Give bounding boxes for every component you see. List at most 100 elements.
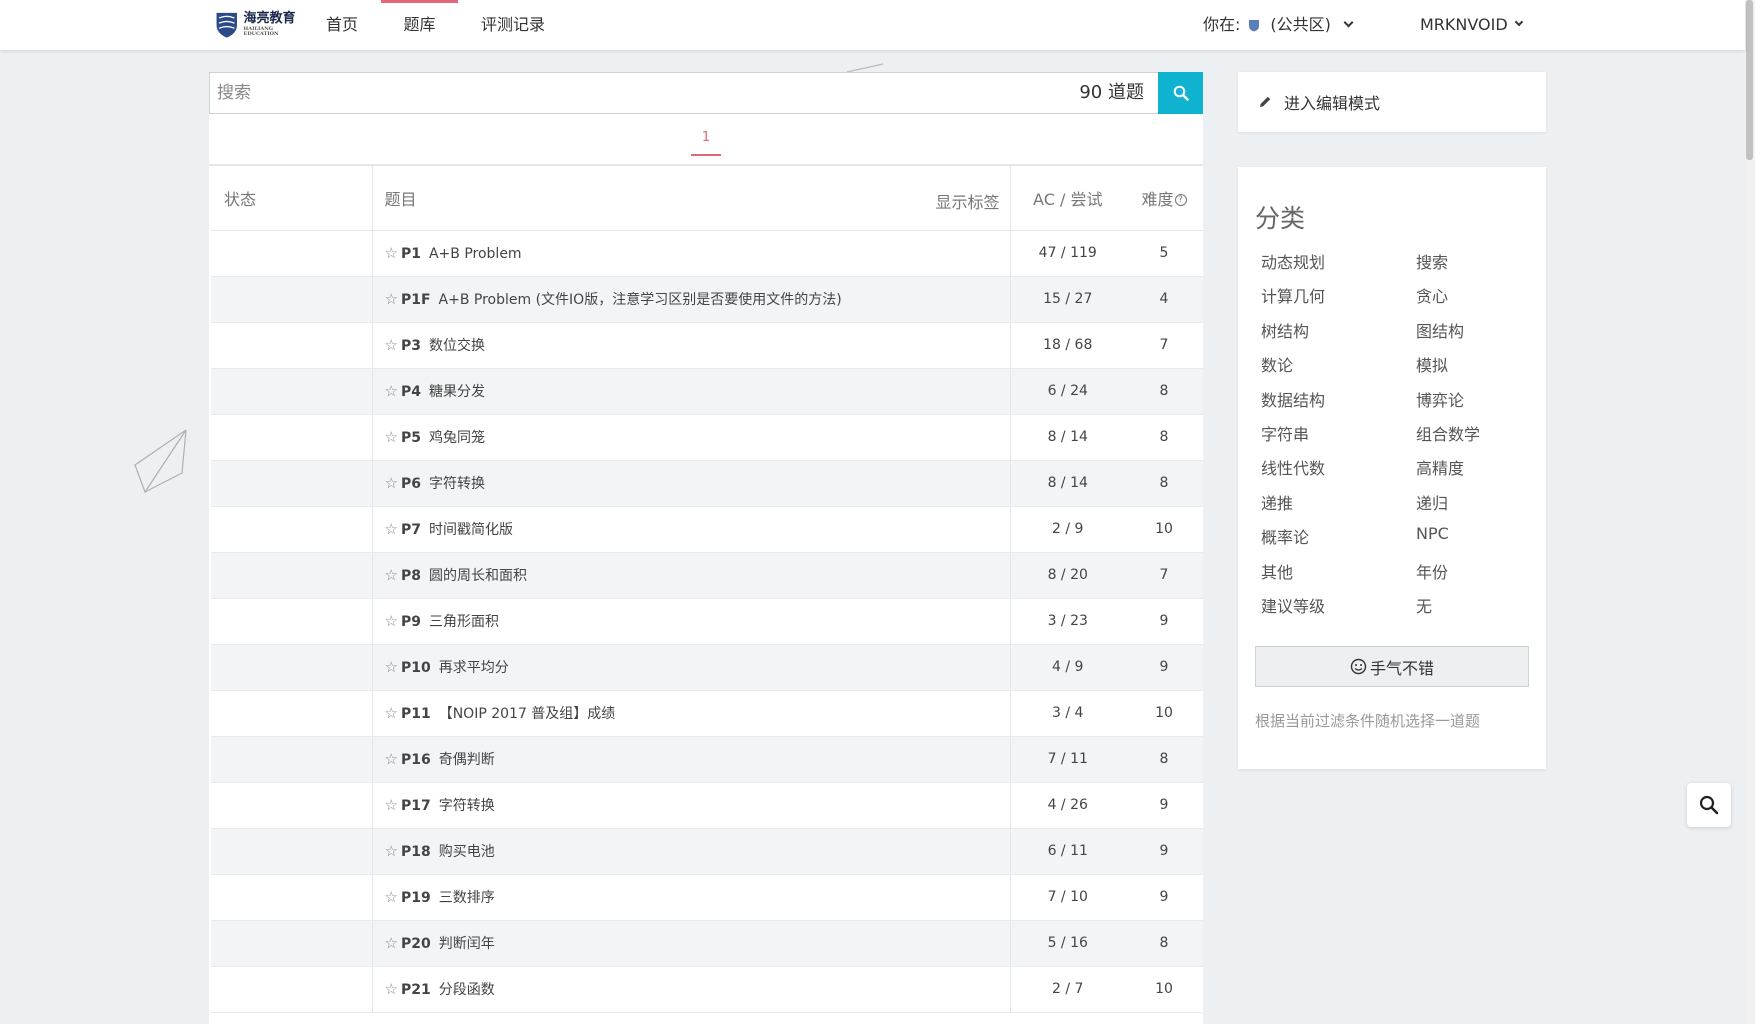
problem-title-link[interactable]: 字符转换	[429, 476, 485, 492]
problem-title-link[interactable]: 分段函数	[439, 982, 495, 998]
category-link[interactable]: 高精度	[1416, 455, 1464, 479]
star-icon[interactable]: ☆	[385, 750, 398, 768]
table-row[interactable]: ☆ P4 糖果分发 6 / 24 8	[211, 368, 1203, 415]
problem-title-link[interactable]: 购买电池	[439, 844, 495, 860]
problem-title-link[interactable]: A+B Problem	[429, 246, 522, 262]
star-icon[interactable]: ☆	[385, 520, 398, 538]
star-icon[interactable]: ☆	[385, 796, 398, 814]
table-row[interactable]: ☆ P16 奇偶判断 7 / 11 8	[211, 736, 1203, 783]
category-link[interactable]: 组合数学	[1416, 421, 1480, 445]
table-row[interactable]: ☆ P1 A+B Problem 47 / 119 5	[211, 230, 1203, 277]
table-row[interactable]: ☆ P18 购买电池 6 / 11 9	[211, 828, 1203, 875]
problem-id[interactable]: P4	[401, 384, 421, 400]
category-link[interactable]: 图结构	[1416, 318, 1464, 342]
problem-id[interactable]: P21	[401, 982, 431, 998]
table-row[interactable]: ☆ P7 时间戳简化版 2 / 9 10	[211, 506, 1203, 553]
problem-id[interactable]: P17	[401, 798, 431, 814]
category-link[interactable]: 贪心	[1416, 283, 1448, 307]
star-icon[interactable]: ☆	[385, 428, 398, 446]
table-row[interactable]: ☆ P6 字符转换 8 / 14 8	[211, 460, 1203, 507]
category-link[interactable]: 树结构	[1261, 318, 1309, 342]
star-icon[interactable]: ☆	[385, 382, 398, 400]
problem-title-link[interactable]: 奇偶判断	[439, 752, 495, 768]
category-link[interactable]: 递归	[1416, 490, 1448, 514]
table-row[interactable]: ☆ P21 分段函数 2 / 7 10	[211, 966, 1203, 1013]
problem-id[interactable]: P6	[401, 476, 421, 492]
category-link[interactable]: 模拟	[1416, 352, 1448, 376]
problem-id[interactable]: P16	[401, 752, 431, 768]
star-icon[interactable]: ☆	[385, 980, 398, 998]
star-icon[interactable]: ☆	[385, 566, 398, 584]
problem-id[interactable]: P20	[401, 936, 431, 952]
problem-title-link[interactable]: 三角形面积	[429, 614, 499, 630]
problem-id[interactable]: P8	[401, 568, 421, 584]
table-row[interactable]: ☆ P20 判断闰年 5 / 16 8	[211, 920, 1203, 967]
nav-records[interactable]: 评测记录	[481, 0, 545, 50]
floating-search-button[interactable]	[1687, 783, 1731, 827]
site-logo[interactable]: 海亮教育 HAILIANG EDUCATION	[214, 6, 300, 42]
category-link[interactable]: 递推	[1261, 490, 1293, 514]
category-link[interactable]: 年份	[1416, 559, 1448, 583]
problem-title-link[interactable]: 数位交换	[429, 338, 485, 354]
problem-id[interactable]: P19	[401, 890, 431, 906]
category-link[interactable]: 无	[1416, 593, 1432, 617]
category-link[interactable]: 概率论	[1261, 524, 1309, 548]
star-icon[interactable]: ☆	[385, 474, 398, 492]
star-icon[interactable]: ☆	[385, 704, 398, 722]
table-row[interactable]: ☆ P5 鸡兔同笼 8 / 14 8	[211, 414, 1203, 461]
table-row[interactable]: ☆ P11 【NOIP 2017 普及组】成绩 3 / 4 10	[211, 690, 1203, 737]
category-link[interactable]: 字符串	[1261, 421, 1309, 445]
page-1-link[interactable]: 1	[691, 130, 721, 156]
problem-id[interactable]: P11	[401, 706, 431, 722]
search-button[interactable]	[1158, 72, 1203, 114]
category-link[interactable]: 数据结构	[1261, 387, 1325, 411]
show-tags-toggle[interactable]: 显示标签	[935, 189, 999, 213]
star-icon[interactable]: ☆	[385, 244, 398, 262]
problem-title-link[interactable]: 糖果分发	[429, 384, 485, 400]
problem-title-link[interactable]: 判断闰年	[439, 936, 495, 952]
category-link[interactable]: 博弈论	[1416, 387, 1464, 411]
problem-title-link[interactable]: 三数排序	[439, 890, 495, 906]
help-icon[interactable]: ?	[1174, 193, 1187, 206]
table-row[interactable]: ☆ P10 再求平均分 4 / 99	[211, 644, 1203, 691]
table-row[interactable]: ☆ P17 字符转换 4 / 26 9	[211, 782, 1203, 829]
search-input[interactable]	[210, 73, 1158, 113]
category-link[interactable]: 其他	[1261, 559, 1293, 583]
domain-selector[interactable]: 你在: (公共区)	[1203, 0, 1354, 50]
nav-home[interactable]: 首页	[326, 0, 358, 50]
table-row[interactable]: ☆ P1F A+B Problem (文件IO版，注意学习区别是否要使用文件的方法)…	[211, 276, 1203, 323]
problem-id[interactable]: P3	[401, 338, 421, 354]
table-row[interactable]: ☆ P3 数位交换 18 / 68 7	[211, 322, 1203, 369]
lucky-button[interactable]: 手气不错	[1255, 646, 1529, 687]
star-icon[interactable]: ☆	[385, 336, 398, 354]
star-icon[interactable]: ☆	[385, 290, 398, 308]
table-row[interactable]: ☆ P19 三数排序 7 / 10 9	[211, 874, 1203, 921]
user-menu[interactable]: MRKNVOID	[1420, 0, 1523, 50]
nav-problems[interactable]: 题库	[381, 0, 458, 50]
star-icon[interactable]: ☆	[385, 888, 398, 906]
problem-title-link[interactable]: 字符转换	[439, 798, 495, 814]
category-link[interactable]: 搜索	[1416, 249, 1448, 273]
problem-title-link[interactable]: 圆的周长和面积	[429, 568, 527, 584]
category-link[interactable]: 动态规划	[1261, 249, 1325, 273]
edit-mode-button[interactable]: 进入编辑模式	[1238, 72, 1546, 132]
problem-id[interactable]: P5	[401, 430, 421, 446]
category-link[interactable]: 数论	[1261, 352, 1293, 376]
table-row[interactable]: ☆ P8 圆的周长和面积 8 / 20 7	[211, 552, 1203, 599]
scrollbar-thumb[interactable]	[1746, 0, 1753, 160]
problem-title-link[interactable]: A+B Problem (文件IO版，注意学习区别是否要使用文件的方法)	[439, 292, 842, 308]
problem-title-link[interactable]: 鸡兔同笼	[429, 430, 485, 446]
problem-id[interactable]: P1	[401, 246, 421, 262]
star-icon[interactable]: ☆	[385, 934, 398, 952]
category-link[interactable]: NPC	[1416, 524, 1449, 543]
problem-title-link[interactable]: 【NOIP 2017 普及组】成绩	[439, 706, 616, 722]
table-row[interactable]: ☆ P9 三角形面积 3 / 23 9	[211, 598, 1203, 645]
problem-id[interactable]: P18	[401, 844, 431, 860]
problem-title-link[interactable]: 时间戳简化版	[429, 522, 513, 538]
problem-id[interactable]: P9	[401, 614, 421, 630]
star-icon[interactable]: ☆	[385, 658, 398, 676]
category-link[interactable]: 建议等级	[1261, 593, 1325, 617]
star-icon[interactable]: ☆	[385, 842, 398, 860]
category-link[interactable]: 计算几何	[1261, 283, 1325, 307]
problem-id[interactable]: P1F	[401, 292, 431, 308]
